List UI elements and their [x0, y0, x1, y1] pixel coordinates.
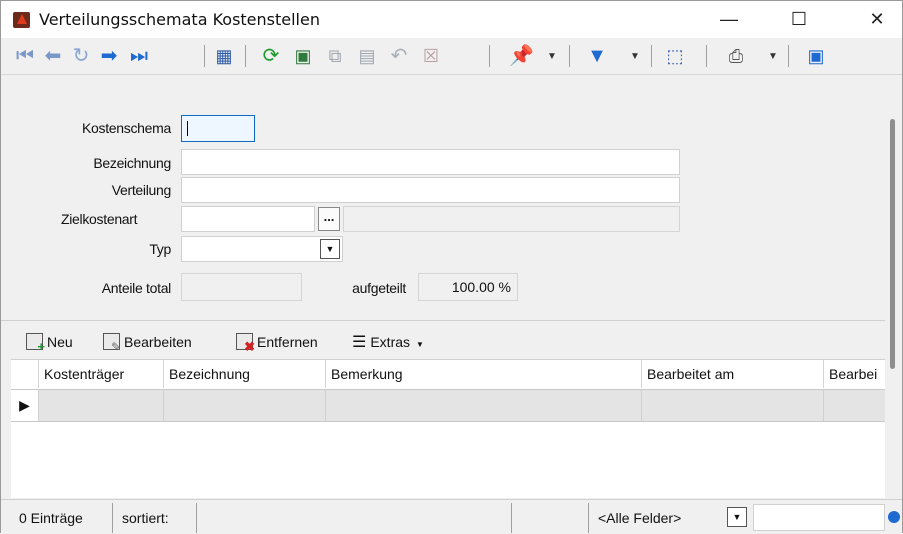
data-grid: Kostenträger Bezeichnung Bemerkung Bearb…	[11, 359, 885, 498]
extras-menu-button[interactable]: ☰ Extras ▼	[352, 332, 424, 352]
zielkostenart-input[interactable]	[181, 206, 315, 232]
add-record-icon: +	[26, 333, 45, 353]
app-icon	[13, 12, 30, 28]
minimize-button[interactable]: —	[706, 1, 752, 38]
neu-button[interactable]: + Neu	[26, 332, 73, 353]
jump-icon[interactable]: ⬚	[663, 44, 687, 68]
aufgeteilt-label: aufgeteilt	[352, 280, 406, 296]
toolbar-separator	[706, 45, 707, 67]
filter-dropdown-arrow[interactable]: ▼	[629, 44, 641, 68]
section-divider	[1, 320, 885, 321]
row-marker-icon: ▶	[11, 390, 39, 421]
filter-icon[interactable]: ▼	[585, 44, 609, 68]
table-cell[interactable]	[39, 390, 164, 421]
row-header-column	[11, 360, 39, 388]
table-row[interactable]: ▶	[11, 389, 885, 422]
bezeichnung-label: Bezeichnung	[93, 155, 171, 171]
chevron-down-icon[interactable]: ▼	[727, 507, 747, 527]
print-icon[interactable]: ⎙	[724, 44, 748, 68]
form-area: Kostenschema Bezeichnung Verteilung Ziel…	[1, 75, 885, 320]
main-window: Verteilungsschemata Kostenstellen — ☐ ✕ …	[0, 0, 903, 534]
delete-record-icon: ✖	[236, 333, 255, 353]
history-icon[interactable]: ↻	[69, 44, 93, 68]
kostenschema-input[interactable]	[181, 115, 255, 142]
search-icon[interactable]	[888, 511, 900, 523]
close-button[interactable]: ✕	[854, 1, 900, 38]
pin-icon[interactable]: 📌	[509, 44, 534, 68]
column-header-bezeichnung[interactable]: Bezeichnung	[164, 360, 326, 388]
status-separator	[196, 503, 197, 533]
sort-status: sortiert:	[122, 510, 169, 526]
copy-icon[interactable]: ⧉	[323, 44, 347, 68]
toolbar-separator	[788, 45, 789, 67]
title-bar: Verteilungsschemata Kostenstellen — ☐ ✕	[1, 1, 902, 38]
toolbar-separator	[245, 45, 246, 67]
menu-lines-icon: ☰	[352, 334, 367, 351]
entfernen-button[interactable]: ✖ Entfernen	[236, 332, 318, 353]
column-header-bemerkung[interactable]: Bemerkung	[326, 360, 642, 388]
aufgeteilt-field: 100.00 %	[418, 273, 518, 301]
scrollbar-thumb[interactable]	[890, 119, 895, 369]
aufgeteilt-value: 100.00 %	[451, 279, 511, 295]
column-header-bearbeitet-am[interactable]: Bearbeitet am	[642, 360, 824, 388]
zielkostenart-lookup-button[interactable]: ...	[318, 207, 340, 231]
toolbar-separator	[569, 45, 570, 67]
verteilung-input[interactable]	[181, 177, 680, 203]
layout-icon[interactable]: ▣	[804, 44, 828, 68]
column-header-bearbeiter[interactable]: Bearbei	[824, 360, 885, 388]
entfernen-label: Entfernen	[257, 334, 318, 350]
table-cell[interactable]	[326, 390, 642, 421]
verteilung-label: Verteilung	[111, 182, 172, 198]
extras-label: Extras	[370, 334, 411, 350]
anteile-total-label: Anteile total	[101, 280, 172, 296]
print-dropdown-arrow[interactable]: ▼	[767, 44, 779, 68]
typ-label: Typ	[149, 241, 171, 257]
grid-toolbar: + Neu ✎ Bearbeiten ✖ Entfernen ☰ Extras ▼	[1, 327, 885, 357]
neu-label: Neu	[47, 334, 73, 350]
record-count: 0 Einträge	[19, 510, 83, 526]
table-cell[interactable]	[164, 390, 326, 421]
toolbar-separator	[204, 45, 205, 67]
bearbeiten-button[interactable]: ✎ Bearbeiten	[103, 332, 192, 353]
zielkostenart-label: Zielkostenart	[61, 211, 138, 227]
column-header-kostentraeger[interactable]: Kostenträger	[39, 360, 164, 388]
anteile-total-value	[181, 273, 302, 301]
table-view-icon[interactable]: ▦	[212, 44, 236, 68]
text-caret	[187, 121, 188, 136]
pin-dropdown-arrow[interactable]: ▼	[546, 44, 558, 68]
window-title: Verteilungsschemata Kostenstellen	[39, 10, 320, 29]
refresh-icon[interactable]: ⟳	[259, 44, 283, 68]
search-input[interactable]	[753, 504, 885, 531]
maximize-button[interactable]: ☐	[776, 1, 822, 38]
typ-select[interactable]: ▼	[181, 236, 343, 262]
table-cell[interactable]	[824, 390, 885, 421]
edit-record-icon: ✎	[103, 333, 121, 353]
first-record-icon[interactable]: ⏮	[13, 44, 37, 68]
field-filter-select[interactable]: <Alle Felder>	[598, 510, 681, 526]
prev-record-icon[interactable]: ⬅	[41, 44, 65, 68]
zielkostenart-description	[343, 206, 680, 232]
table-cell[interactable]	[642, 390, 824, 421]
chevron-down-icon: ▼	[416, 340, 424, 349]
status-separator	[112, 503, 113, 533]
main-toolbar: ⏮ ⬅ ↻ ➡ ⏭ ▦ ⟳ ▣ ⧉ ▤ ↶ ☒ 📌 ▼ ▼ ▼ ⬚ ⎙ ▼ ▣	[1, 38, 902, 75]
status-separator	[511, 503, 512, 533]
toolbar-separator	[651, 45, 652, 67]
delete-icon[interactable]: ☒	[419, 44, 443, 68]
status-bar: 0 Einträge sortiert: <Alle Felder> ▼	[1, 499, 902, 534]
chevron-down-icon[interactable]: ▼	[320, 239, 340, 259]
last-record-icon[interactable]: ⏭	[127, 44, 151, 68]
undo-icon[interactable]: ↶	[387, 44, 411, 68]
kostenschema-label: Kostenschema	[81, 120, 171, 136]
bezeichnung-input[interactable]	[181, 149, 680, 175]
new-record-icon[interactable]: ▣	[291, 44, 315, 68]
bearbeiten-label: Bearbeiten	[124, 334, 192, 350]
toolbar-separator	[489, 45, 490, 67]
status-separator	[588, 503, 589, 533]
save-icon[interactable]: ▤	[355, 44, 379, 68]
next-record-icon[interactable]: ➡	[97, 44, 121, 68]
